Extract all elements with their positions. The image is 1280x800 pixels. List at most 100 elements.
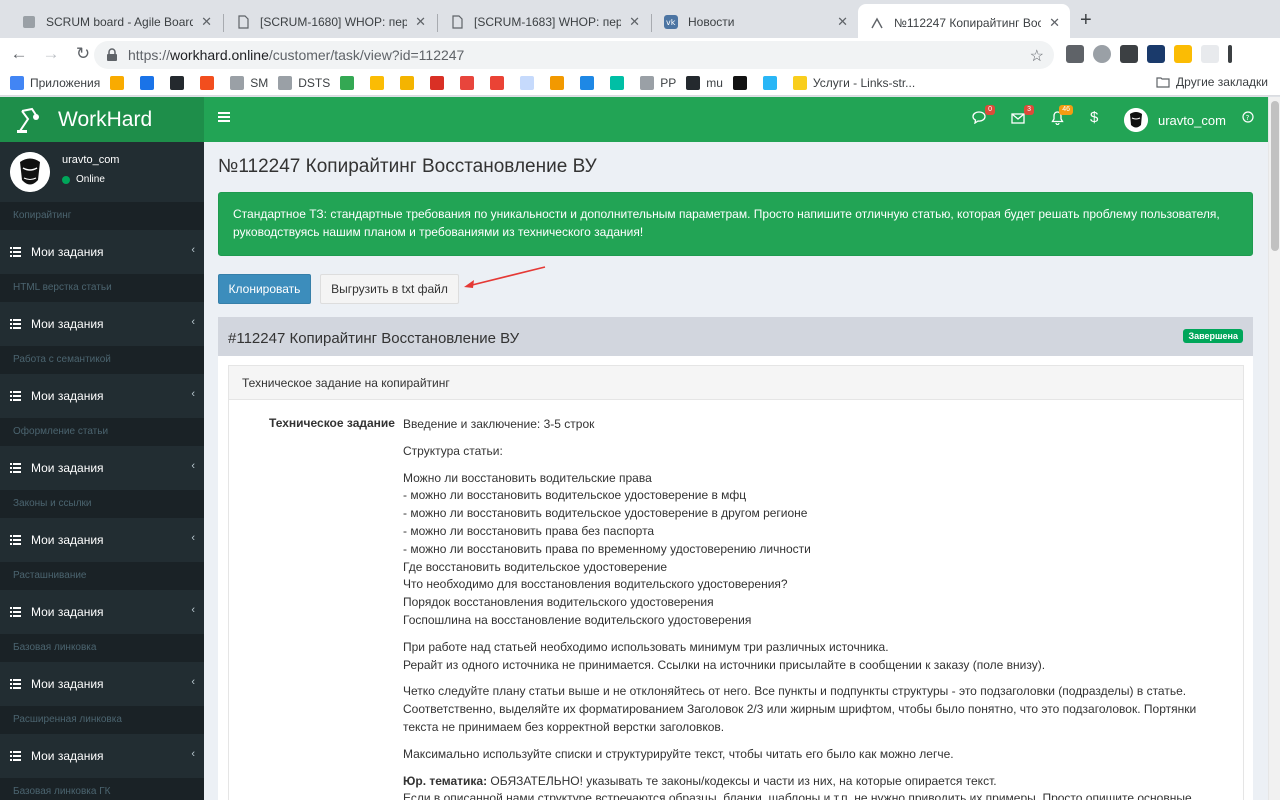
mail-icon[interactable]: 3 bbox=[1011, 105, 1034, 127]
browser-tab-active[interactable]: №112247 Копирайтинг Восст ✕ bbox=[858, 4, 1070, 42]
chevron-left-icon: ‹ bbox=[191, 388, 195, 400]
bookmark-item[interactable] bbox=[400, 75, 420, 90]
other-bookmarks-label: Другие закладки bbox=[1176, 75, 1268, 89]
address-bar[interactable]: https://workhard.online/customer/task/vi… bbox=[94, 41, 1054, 69]
close-icon[interactable]: ✕ bbox=[837, 14, 848, 30]
user-menu[interactable]: uravto_com bbox=[1124, 108, 1226, 132]
list-icon bbox=[10, 391, 21, 401]
bookmark-favicon-icon bbox=[10, 75, 24, 90]
close-icon[interactable]: ✕ bbox=[201, 14, 212, 30]
bookmark-item[interactable] bbox=[610, 75, 630, 90]
extension-icon[interactable] bbox=[1147, 45, 1165, 63]
status-badge: Завершена bbox=[1183, 329, 1243, 343]
bookmark-item[interactable]: SM bbox=[230, 75, 268, 90]
tab-label: Новости bbox=[688, 15, 735, 29]
browser-tab-2[interactable]: [SCRUM-1680] WHOP: перен ✕ bbox=[224, 6, 436, 38]
extension-icon[interactable] bbox=[1201, 45, 1219, 63]
bookmark-item[interactable]: Приложения bbox=[10, 75, 100, 90]
bookmark-favicon-icon bbox=[490, 75, 505, 90]
sidebar-item-my-tasks[interactable]: Мои задания ‹ bbox=[0, 446, 204, 490]
bookmark-star-icon[interactable]: ☆ bbox=[1030, 46, 1044, 66]
forward-icon[interactable]: → bbox=[38, 41, 64, 67]
sidebar-item-my-tasks[interactable]: Мои задания ‹ bbox=[0, 734, 204, 778]
bookmark-item[interactable] bbox=[520, 75, 540, 90]
folder-icon bbox=[1156, 77, 1170, 88]
chat-icon[interactable]: 0 bbox=[972, 105, 995, 127]
help-icon[interactable]: ? bbox=[1242, 110, 1254, 126]
tz-panel-header: Техническое задание на копирайтинг bbox=[229, 366, 1243, 400]
browser-tab-3[interactable]: [SCRUM-1683] WHOP: перен ✕ bbox=[438, 6, 650, 38]
bookmark-item[interactable] bbox=[170, 75, 190, 90]
browser-tab-1[interactable]: SCRUM board - Agile Board - S ✕ bbox=[10, 6, 222, 38]
sidebar-item-my-tasks[interactable]: Мои задания ‹ bbox=[0, 662, 204, 706]
chevron-left-icon: ‹ bbox=[191, 748, 195, 760]
chevron-left-icon: ‹ bbox=[191, 316, 195, 328]
bookmark-item[interactable] bbox=[370, 75, 390, 90]
export-txt-button[interactable]: Выгрузить в txt файл bbox=[320, 274, 459, 304]
sidebar-item-my-tasks[interactable]: Мои задания ‹ bbox=[0, 230, 204, 274]
dollar-icon[interactable]: $ bbox=[1090, 109, 1098, 126]
sidebar-item-label: Мои задания bbox=[31, 605, 104, 619]
bookmark-item[interactable] bbox=[430, 75, 450, 90]
bookmark-label: DSTS bbox=[298, 75, 331, 90]
other-bookmarks[interactable]: Другие закладки bbox=[1156, 75, 1268, 89]
page-scrollbar[interactable] bbox=[1268, 97, 1280, 800]
extensions-bar bbox=[1066, 45, 1232, 63]
bookmark-item[interactable] bbox=[340, 75, 360, 90]
bookmark-item[interactable] bbox=[200, 75, 220, 90]
back-icon[interactable]: ← bbox=[6, 41, 32, 67]
user-panel: uravto_com Online bbox=[0, 142, 204, 202]
bookmark-item[interactable] bbox=[762, 75, 783, 90]
extension-icon[interactable] bbox=[1120, 45, 1138, 63]
bookmark-item[interactable] bbox=[140, 75, 160, 90]
bookmark-item[interactable] bbox=[550, 75, 570, 90]
menu-kebab-icon[interactable] bbox=[1228, 45, 1232, 63]
sidebar-item-my-tasks[interactable]: Мои задания ‹ bbox=[0, 374, 204, 418]
close-icon[interactable]: ✕ bbox=[415, 14, 426, 30]
tz-legal: Юр. тематика: ОБЯЗАТЕЛЬНО! указывать те … bbox=[403, 773, 1233, 800]
bookmark-item[interactable] bbox=[460, 75, 480, 90]
sidebar-item-my-tasks[interactable]: Мои задания ‹ bbox=[0, 518, 204, 562]
new-tab-icon[interactable]: + bbox=[1080, 10, 1092, 30]
top-navbar: 0 3 46 $ uravto_com ? bbox=[204, 97, 1268, 142]
bookmark-item[interactable] bbox=[732, 75, 753, 90]
list-icon bbox=[10, 751, 21, 761]
sidebar-item-my-tasks[interactable]: Мои задания ‹ bbox=[0, 302, 204, 346]
browser-tab-4[interactable]: vk Новости ✕ bbox=[652, 6, 858, 38]
bookmark-item[interactable]: Услуги - Links-str... bbox=[792, 75, 915, 90]
bookmark-item[interactable]: DSTS bbox=[278, 75, 331, 90]
clone-button[interactable]: Клонировать bbox=[218, 274, 311, 304]
sidebar-section-header: Базовая линковка ГК bbox=[0, 778, 204, 800]
sidebar: uravto_com Online Копирайтинг Мои задания… bbox=[0, 142, 204, 800]
tz-line: Можно ли восстановить водительские права bbox=[403, 470, 652, 485]
bookmark-item[interactable] bbox=[580, 75, 600, 90]
sidebar-item-my-tasks[interactable]: Мои задания ‹ bbox=[0, 590, 204, 634]
scrollbar-thumb[interactable] bbox=[1271, 101, 1279, 251]
bookmark-item[interactable]: mu bbox=[686, 75, 723, 90]
bookmark-favicon-icon bbox=[520, 75, 535, 90]
bookmark-favicon-icon bbox=[110, 75, 125, 90]
brand-logo[interactable]: WorkHard bbox=[0, 97, 204, 142]
close-icon[interactable]: ✕ bbox=[629, 14, 640, 30]
sidebar-item-label: Мои задания bbox=[31, 317, 104, 331]
bell-icon[interactable]: 46 bbox=[1051, 105, 1073, 128]
svg-text:vk: vk bbox=[666, 18, 676, 27]
task-box: #112247 Копирайтинг Восстановление ВУ За… bbox=[218, 317, 1253, 800]
lamp-logo-icon bbox=[17, 107, 39, 133]
extension-icon[interactable] bbox=[1066, 45, 1084, 63]
workhard-favicon-icon bbox=[871, 17, 883, 29]
bookmark-item[interactable]: PP bbox=[640, 75, 676, 90]
bookmark-item[interactable] bbox=[110, 75, 130, 90]
hamburger-menu-icon[interactable] bbox=[218, 112, 230, 122]
close-icon[interactable]: ✕ bbox=[1049, 15, 1060, 31]
annotation-arrow-icon bbox=[464, 266, 546, 288]
mail-badge: 3 bbox=[1024, 105, 1034, 115]
extension-icon[interactable] bbox=[1174, 45, 1192, 63]
reload-icon[interactable]: ↻ bbox=[70, 41, 96, 67]
url-scheme: https:// bbox=[128, 47, 171, 63]
extension-icon[interactable] bbox=[1093, 45, 1111, 63]
list-icon bbox=[10, 679, 21, 689]
bookmark-item[interactable] bbox=[490, 75, 510, 90]
bookmark-favicon-icon bbox=[370, 75, 385, 90]
avatar bbox=[1124, 108, 1148, 132]
